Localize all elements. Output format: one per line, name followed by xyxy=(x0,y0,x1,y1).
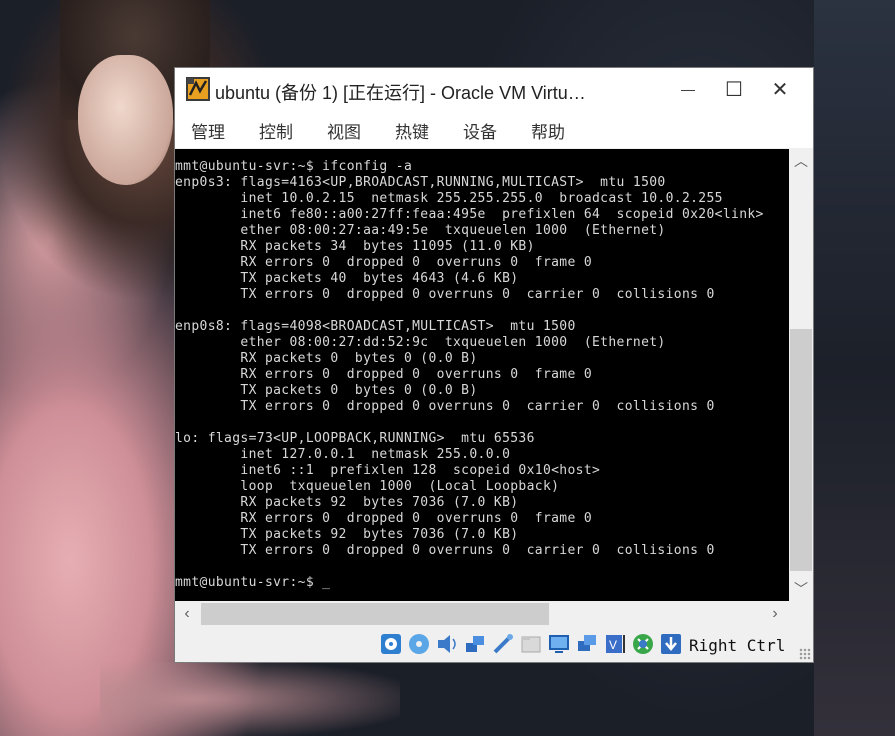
title-bar[interactable]: ubuntu (备份 1) [正在运行] - Oracle VM Virtu… … xyxy=(175,68,813,110)
terminal-line: RX errors 0 dropped 0 overruns 0 frame 0 xyxy=(175,255,593,270)
terminal-line: inet6 fe80::a00:27ff:feaa:495e prefixlen… xyxy=(175,207,764,222)
resize-grip[interactable] xyxy=(799,648,811,660)
close-button[interactable]: ✕ xyxy=(757,68,803,110)
terminal-prompt-line: mmt@ubuntu-svr:~$ _ xyxy=(175,575,331,590)
terminal-line: lo: flags=73<UP,LOOPBACK,RUNNING> mtu 65… xyxy=(175,431,535,446)
terminal-line: RX errors 0 dropped 0 overruns 0 frame 0 xyxy=(175,367,593,382)
optical-drive-icon[interactable] xyxy=(408,633,430,655)
wallpaper-bottom xyxy=(100,662,400,736)
terminal-line: TX errors 0 dropped 0 overruns 0 carrier… xyxy=(175,399,715,414)
video-capture-icon[interactable] xyxy=(576,633,598,655)
menu-manage[interactable]: 管理 xyxy=(191,118,225,143)
terminal-line: enp0s3: flags=4163<UP,BROADCAST,RUNNING,… xyxy=(175,175,666,190)
terminal-line: ether 08:00:27:dd:52:9c txqueuelen 1000 … xyxy=(175,335,666,350)
terminal-line: loop txqueuelen 1000 (Local Loopback) xyxy=(175,479,560,494)
terminal-line: TX errors 0 dropped 0 overruns 0 carrier… xyxy=(175,287,715,302)
menu-hotkeys[interactable]: 热键 xyxy=(395,118,429,143)
menu-view[interactable]: 视图 xyxy=(327,118,361,143)
virtualbox-window: ubuntu (备份 1) [正在运行] - Oracle VM Virtu… … xyxy=(174,67,814,663)
scroll-up-icon[interactable]: ︿ xyxy=(793,153,809,169)
virtualbox-app-icon xyxy=(186,77,210,101)
vertical-scroll-thumb[interactable] xyxy=(790,329,812,571)
scroll-left-icon[interactable]: ‹ xyxy=(179,606,195,622)
network-icon[interactable] xyxy=(464,633,486,655)
terminal-line: inet 127.0.0.1 netmask 255.0.0.0 xyxy=(175,447,511,462)
virtualization-icon[interactable]: V xyxy=(604,633,626,655)
vertical-scrollbar[interactable]: ︿ ﹀ xyxy=(789,149,813,601)
wallpaper-right xyxy=(814,0,895,736)
keyboard-capture-icon[interactable] xyxy=(660,633,682,655)
terminal-line: inet 10.0.2.15 netmask 255.255.255.0 bro… xyxy=(175,191,723,206)
horizontal-scrollbar[interactable]: ‹ › xyxy=(175,601,789,627)
host-key-label: Right Ctrl xyxy=(689,636,786,655)
terminal-line: RX packets 92 bytes 7036 (7.0 KB) xyxy=(175,495,519,510)
maximize-button[interactable]: ☐ xyxy=(711,68,757,110)
menu-bar: 管理 控制 视图 热键 设备 帮助 xyxy=(175,110,813,148)
menu-control[interactable]: 控制 xyxy=(259,118,293,143)
terminal-line: TX packets 92 bytes 7036 (7.0 KB) xyxy=(175,527,519,542)
usb-icon[interactable] xyxy=(492,633,514,655)
terminal-line: TX errors 0 dropped 0 overruns 0 carrier… xyxy=(175,543,715,558)
terminal-line: ether 08:00:27:aa:49:5e txqueuelen 1000 … xyxy=(175,223,666,238)
window-title: ubuntu (备份 1) [正在运行] - Oracle VM Virtu… xyxy=(215,83,586,103)
terminal-line: mmt@ubuntu-svr:~$ ifconfig -a xyxy=(175,159,413,174)
scroll-right-icon[interactable]: › xyxy=(767,606,783,622)
mouse-integration-icon[interactable] xyxy=(632,633,654,655)
scroll-down-icon[interactable]: ﹀ xyxy=(793,581,809,597)
wallpaper-face xyxy=(78,55,173,185)
horizontal-scroll-thumb[interactable] xyxy=(201,603,549,625)
minimize-icon: — xyxy=(681,81,695,97)
terminal-line: RX packets 34 bytes 11095 (11.0 KB) xyxy=(175,239,535,254)
terminal-line: RX errors 0 dropped 0 overruns 0 frame 0 xyxy=(175,511,593,526)
display-icon[interactable] xyxy=(548,633,570,655)
status-bar: V Right Ctrl xyxy=(175,627,813,662)
hard-disk-icon[interactable] xyxy=(380,633,402,655)
close-icon: ✕ xyxy=(771,78,789,101)
svg-text:V: V xyxy=(609,638,617,652)
menu-devices[interactable]: 设备 xyxy=(463,118,497,143)
menu-help[interactable]: 帮助 xyxy=(531,118,565,143)
minimize-button[interactable]: — xyxy=(665,68,711,110)
terminal-line: RX packets 0 bytes 0 (0.0 B) xyxy=(175,351,478,366)
terminal-line: inet6 ::1 prefixlen 128 scopeid 0x10<hos… xyxy=(175,463,601,478)
audio-icon[interactable] xyxy=(436,633,458,655)
maximize-icon: ☐ xyxy=(725,78,743,101)
terminal-line: TX packets 40 bytes 4643 (4.6 KB) xyxy=(175,271,519,286)
terminal-line: enp0s8: flags=4098<BROADCAST,MULTICAST> … xyxy=(175,319,576,334)
terminal-line: TX packets 0 bytes 0 (0.0 B) xyxy=(175,383,478,398)
vm-screen[interactable]: mmt@ubuntu-svr:~$ ifconfig -a enp0s3: fl… xyxy=(175,149,789,601)
shared-folders-icon[interactable] xyxy=(520,633,542,655)
